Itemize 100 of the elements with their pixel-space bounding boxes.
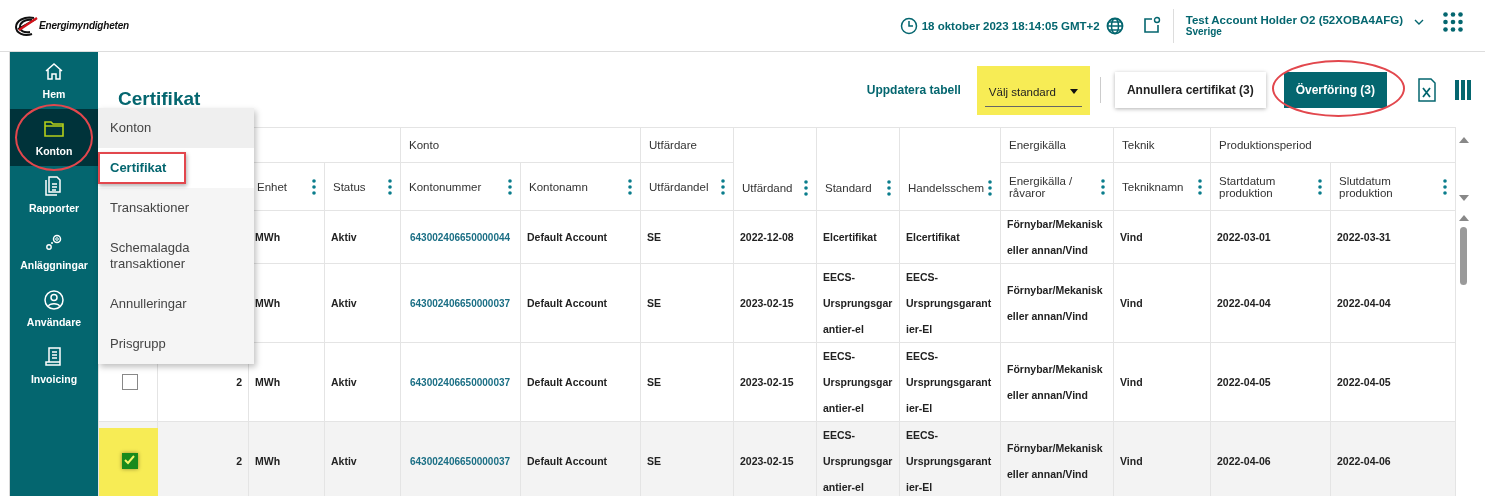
more-options-icon[interactable] [508,178,512,195]
account-number-link[interactable]: 643002406650000037 [407,455,511,467]
transfer-button[interactable]: Överföring (3) [1283,72,1387,108]
chevron-down-icon[interactable] [1413,17,1425,26]
columns-icon[interactable] [1455,80,1471,100]
scroll-down-arrow-icon [1458,195,1469,201]
scroll-up-arrow-icon [1458,137,1469,143]
table-cell: Förnybar/Mekanisk eller annan/Vind [1000,210,1114,264]
nav-item[interactable]: Invoicing [10,337,98,394]
table-cell: Aktiv [324,342,401,422]
excel-export-icon[interactable] [1417,78,1437,102]
scrollbar-thumb[interactable] [1460,227,1467,285]
check-icon [123,454,136,465]
column-group-header: Teknik [1113,127,1211,163]
table-cell: 2022-04-04 [1210,263,1331,343]
table-cell: EECS-Ursprungsgarantier-El [899,263,1001,343]
table-cell: 2023-02-15 [733,342,817,422]
table-cell: 2022-04-04 [1330,263,1456,343]
table-cell: Vind [1113,210,1211,264]
account-country: Sverige [1185,26,1223,37]
column-header: Kontonummer [409,180,482,193]
table-cell: MWh [248,421,325,496]
table-cell: Förnybar/Mekanisk eller annan/Vind [1000,421,1114,496]
column-header: Status [333,180,366,193]
nav-item[interactable]: Hem [10,52,98,109]
date-time: 18 oktober 2023 18:14:05 GMT+2 [921,19,1100,32]
more-options-icon[interactable] [887,180,891,196]
app-grid-icon[interactable] [1443,11,1463,32]
more-options-icon[interactable] [721,178,725,195]
column-header: Slutdatum produktion [1339,174,1394,199]
standard-dropdown[interactable]: Välj standard [984,75,1082,107]
more-options-icon[interactable] [312,178,316,195]
table-cell: Förnybar/Mekanisk eller annan/Vind [1000,342,1114,422]
more-options-icon[interactable] [988,180,993,196]
table-cell: Elcertifikat [816,210,900,264]
menu-item[interactable]: Certifikat [98,148,254,188]
table-cell: Elcertifikat [899,210,1001,264]
table-cell: Aktiv [324,210,401,264]
table-cell: SE [640,421,734,496]
table-cell: 2022-12-08 [733,210,817,264]
table-cell: 2022-04-06 [1330,421,1456,496]
nav-item[interactable]: Rapporter [10,166,98,223]
table-cell: 2023-02-15 [733,421,817,496]
column-header: Utfärdand [742,182,793,194]
table-cell: Aktiv [324,263,401,343]
table-cell: 2022-04-05 [1210,342,1331,422]
clock-icon [899,16,918,35]
refresh-table-link[interactable]: Uppdatera tabell [863,83,961,97]
column-group-header: Utfärdare [640,127,734,163]
cancel-button[interactable]: Annullera certifikat (3) [1114,72,1266,108]
table-cell: EECS-Ursprungsgarantier-el [816,421,900,496]
table-cell: 2 [157,421,249,496]
column-header: Standard [825,182,872,194]
caret-icon [1069,89,1078,94]
table-cell: EECS-Ursprungsgarantier-El [899,342,1001,422]
more-options-icon[interactable] [1318,178,1322,195]
more-options-icon[interactable] [388,178,392,195]
table-cell: 2023-02-15 [733,263,817,343]
checkbox[interactable] [122,453,138,469]
logo-swoosh-icon [14,14,38,37]
nav-item[interactable]: Användare [10,280,98,337]
more-options-icon[interactable] [1443,178,1447,195]
table-cell: Default Account [520,210,641,264]
page-title: Certifikat [118,88,202,110]
more-options-icon[interactable] [1198,178,1202,195]
table-cell: 2022-04-06 [1210,421,1331,496]
notification-icon[interactable] [1141,16,1161,35]
table-cell: Aktiv [324,421,401,496]
table-cell: 2022-03-31 [1330,210,1456,264]
account-number-link[interactable]: 643002406650000037 [407,297,511,309]
account-number-link[interactable]: 643002406650000044 [407,231,511,243]
table-cell: EECS-Ursprungsgarantier-el [816,342,900,422]
column-group-header: Konto [400,127,641,163]
column-header: Startdatum produktion [1219,174,1277,199]
table-cell: SE [640,210,734,264]
table-cell: EECS-Ursprungsgarantier-el [816,263,900,343]
scroll-up-arrow-icon [1458,215,1469,221]
user-icon [43,289,65,310]
table-cell: Default Account [520,263,641,343]
table-cell: Default Account [520,421,641,496]
menu-item[interactable]: Konton [98,108,254,148]
folder-icon [43,118,65,139]
account-number-link[interactable]: 643002406650000037 [407,376,511,388]
globe-icon[interactable] [1105,16,1124,35]
column-header: Energikälla / råvaror [1009,174,1074,199]
table-cell: Vind [1113,421,1211,496]
column-header: Enhet [257,180,288,193]
table-cell: SE [640,263,734,343]
column-group-header: Produktionsperiod [1210,127,1456,163]
table-cell: Förnybar/Mekanisk eller annan/Vind [1000,263,1114,343]
more-options-icon[interactable] [1101,178,1105,195]
checkbox[interactable] [122,374,138,390]
table-cell: Vind [1113,342,1211,422]
more-options-icon[interactable] [804,180,808,196]
nav-item[interactable]: Anläggningar [10,223,98,280]
more-options-icon[interactable] [628,178,632,195]
table-cell: Vind [1113,263,1211,343]
table-cell: EECS-Ursprungsgarantier-El [899,421,1001,496]
logo-text: Energimyndigheten [39,20,129,31]
account-name: Test Account Holder O2 (52XOBA4AFG) [1185,14,1403,26]
